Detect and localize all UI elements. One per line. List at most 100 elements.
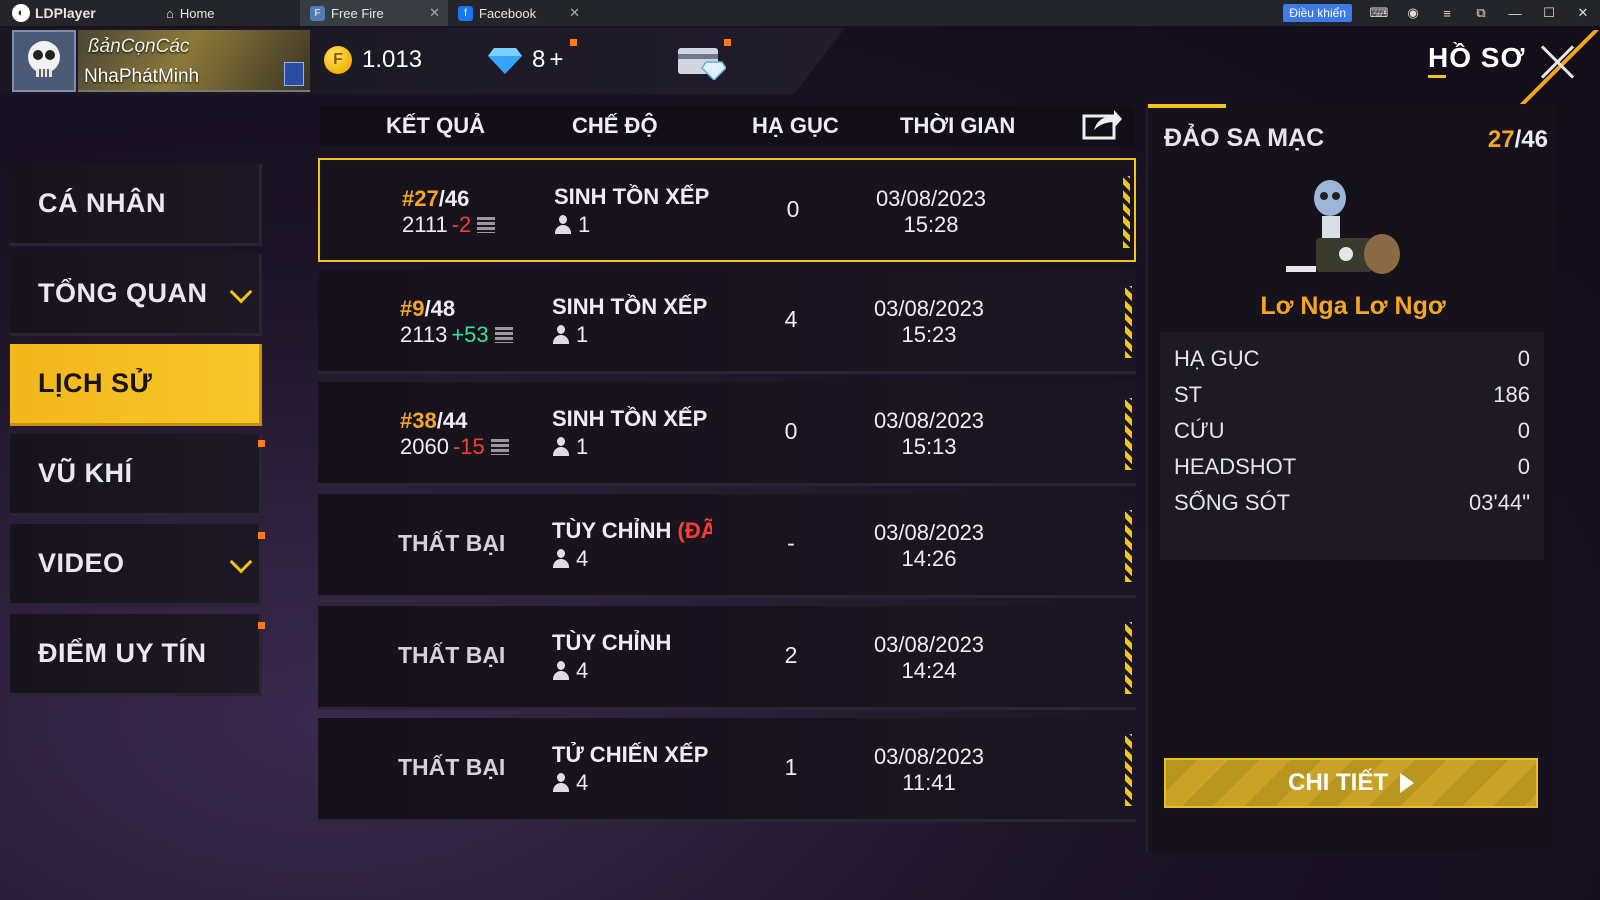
points-value: 2111 — [402, 212, 448, 237]
history-table-header: KẾT QUẢ CHẾ ĐỘ HẠ GỤC THỜI GIAN — [320, 106, 1134, 146]
history-row[interactable]: #27/462111-2 SINH TỒN XẾP HẠ 1 0 03/08/20231… — [318, 158, 1136, 262]
mode-extra: (ĐÃ TI — [677, 518, 713, 543]
history-row[interactable]: THẤT BẠITÙY CHỈNH (ĐÃ TI4-03/08/202314:2… — [318, 494, 1136, 598]
rank-total: /46 — [1514, 126, 1548, 153]
team-size-value: 1 — [578, 212, 591, 237]
stat-value: 0 — [1517, 346, 1530, 371]
team-size-value: 4 — [576, 658, 589, 683]
sidebar-item-overview[interactable]: TỔNG QUAN — [10, 254, 262, 336]
list-icon — [494, 327, 513, 343]
gold-counter: F 1.013 — [324, 46, 422, 74]
minimize-icon[interactable]: — — [1498, 0, 1532, 26]
chevron-down-icon — [229, 280, 253, 304]
close-icon[interactable] — [1536, 40, 1580, 84]
diamond-counter[interactable]: 8 + — [488, 46, 563, 74]
match-clock: 15:28 — [903, 212, 959, 237]
sidebar-item-weapons[interactable]: VŨ KHÍ — [10, 434, 262, 516]
window-controls: Điều khiển ⌨ ◉ ≡ ⧉ — ☐ ✕ — [1283, 0, 1600, 26]
membership-card-icon[interactable] — [676, 44, 726, 80]
match-time: 03/08/2023 11:41 — [864, 744, 994, 796]
team-size-value: 4 — [576, 770, 589, 795]
diamond-plus: + — [549, 46, 564, 73]
notification-dot — [258, 532, 265, 539]
stat-damage: ST 186 — [1174, 382, 1530, 408]
points-delta: -2 — [451, 212, 472, 237]
history-row[interactable]: THẤT BẠI TỬ CHIẾN XẾP HẠ 4 1 03/08/202311:41 — [318, 718, 1136, 822]
person-icon — [552, 325, 570, 345]
stats-box: HẠ GỤC 0 ST 186 CỨU 0 HEADSHOT 0 SỐNG SÓT 03'… — [1160, 332, 1544, 560]
mode-label: SINH TỒN XẾP HẠ — [554, 184, 714, 210]
gamepad-icon[interactable]: ⌨ — [1362, 0, 1396, 26]
close-tab-icon[interactable]: ✕ — [569, 5, 580, 21]
app-name: LDPlayer — [35, 5, 96, 21]
row-hatch-decoration — [1125, 286, 1132, 358]
placement: #27/46 — [402, 186, 469, 212]
gold-coin-icon: F — [324, 46, 352, 74]
home-icon: ⌂ — [166, 5, 174, 21]
skull-avatar-icon — [28, 41, 60, 77]
mode-name: SINH TỒN XẾP HẠ — [552, 406, 712, 431]
details-button-label: CHI TIẾT — [1288, 769, 1388, 796]
person-icon — [554, 215, 572, 235]
match-date: 03/08/2023 — [873, 744, 985, 769]
rank-points: 2060 -15 — [400, 434, 509, 460]
stat-revives: CỨU 0 — [1174, 418, 1530, 444]
list-icon — [477, 217, 496, 233]
notification-dot — [258, 440, 265, 447]
avatar[interactable] — [12, 30, 76, 92]
person-icon — [552, 773, 570, 793]
character-icon — [1286, 180, 1400, 274]
header-result: KẾT QUẢ — [386, 113, 485, 138]
history-row[interactable]: #38/442060-15 SINH TỒN XẾP HẠ 1 0 03/08/2023… — [318, 382, 1136, 486]
placement-rank: #27 — [402, 186, 439, 211]
resize-icon[interactable]: ⧉ — [1464, 0, 1498, 26]
notification-dot — [570, 39, 577, 46]
ldplayer-icon: ◐ — [12, 4, 30, 22]
row-hatch-decoration — [1125, 734, 1132, 806]
mode-label: SINH TỒN XẾP HẠ — [552, 294, 712, 320]
share-icon[interactable] — [1082, 106, 1124, 140]
team-size: 1 — [552, 434, 588, 460]
stat-value: 0 — [1517, 418, 1530, 443]
points-value: 2060 — [400, 434, 449, 459]
sidebar-item-label: ĐIỂM UY TÍN — [38, 638, 207, 668]
menu-icon[interactable]: ≡ — [1430, 0, 1464, 26]
history-row[interactable]: THẤT BẠI TÙY CHỈNH 4 2 03/08/2023 14:24 — [318, 606, 1136, 710]
close-tab-icon[interactable]: ✕ — [429, 5, 440, 21]
points-delta: +53 — [451, 322, 489, 347]
row-hatch-decoration — [1125, 398, 1132, 470]
notification-dot — [258, 622, 265, 629]
match-date: 03/08/2023 — [875, 186, 987, 211]
match-clock: 15:13 — [901, 434, 957, 459]
list-icon — [490, 439, 509, 455]
sidebar-item-history[interactable]: LỊCH SỬ — [10, 344, 262, 426]
gold-amount: 1.013 — [362, 46, 423, 73]
account-icon[interactable]: ◉ — [1396, 0, 1430, 26]
control-button[interactable]: Điều khiển — [1283, 4, 1352, 22]
match-clock: 15:23 — [901, 322, 957, 347]
player-banner[interactable]: ßảnCọnCác NhaPhátMinh — [78, 30, 310, 92]
free-fire-icon: F — [310, 5, 325, 21]
mode-label: TÙY CHỈNH (ĐÃ TI — [552, 518, 712, 544]
chevron-down-icon — [229, 550, 253, 574]
details-button[interactable]: CHI TIẾT — [1164, 758, 1538, 808]
stat-value: 186 — [1493, 382, 1530, 407]
tab-facebook[interactable]: f Facebook ✕ — [448, 0, 588, 26]
sidebar-item-reputation[interactable]: ĐIỂM UY TÍN — [10, 614, 262, 696]
maximize-icon[interactable]: ☐ — [1532, 0, 1566, 26]
header-time: THỜI GIAN — [900, 113, 1016, 138]
sidebar-item-label: VIDEO — [38, 548, 125, 578]
history-row[interactable]: #9/482113+53 SINH TỒN XẾP HẠ 1 4 03/08/20231… — [318, 270, 1136, 374]
sidebar-item-personal[interactable]: CÁ NHÂN — [10, 164, 262, 246]
person-icon — [552, 437, 570, 457]
match-date: 03/08/2023 — [873, 520, 985, 545]
sidebar-item-video[interactable]: VIDEO — [10, 524, 262, 606]
match-time: 03/08/2023 14:26 — [864, 520, 994, 572]
tab-home[interactable]: ⌂ Home — [110, 0, 300, 26]
kills-value: 1 — [784, 754, 798, 780]
rank-value: 27 — [1487, 126, 1515, 153]
close-window-icon[interactable]: ✕ — [1566, 0, 1600, 26]
match-date: 03/08/2023 — [873, 408, 985, 433]
tab-free-fire[interactable]: F Free Fire ✕ — [300, 0, 448, 26]
mode-label: TỬ CHIẾN XẾP HẠ — [552, 742, 712, 768]
